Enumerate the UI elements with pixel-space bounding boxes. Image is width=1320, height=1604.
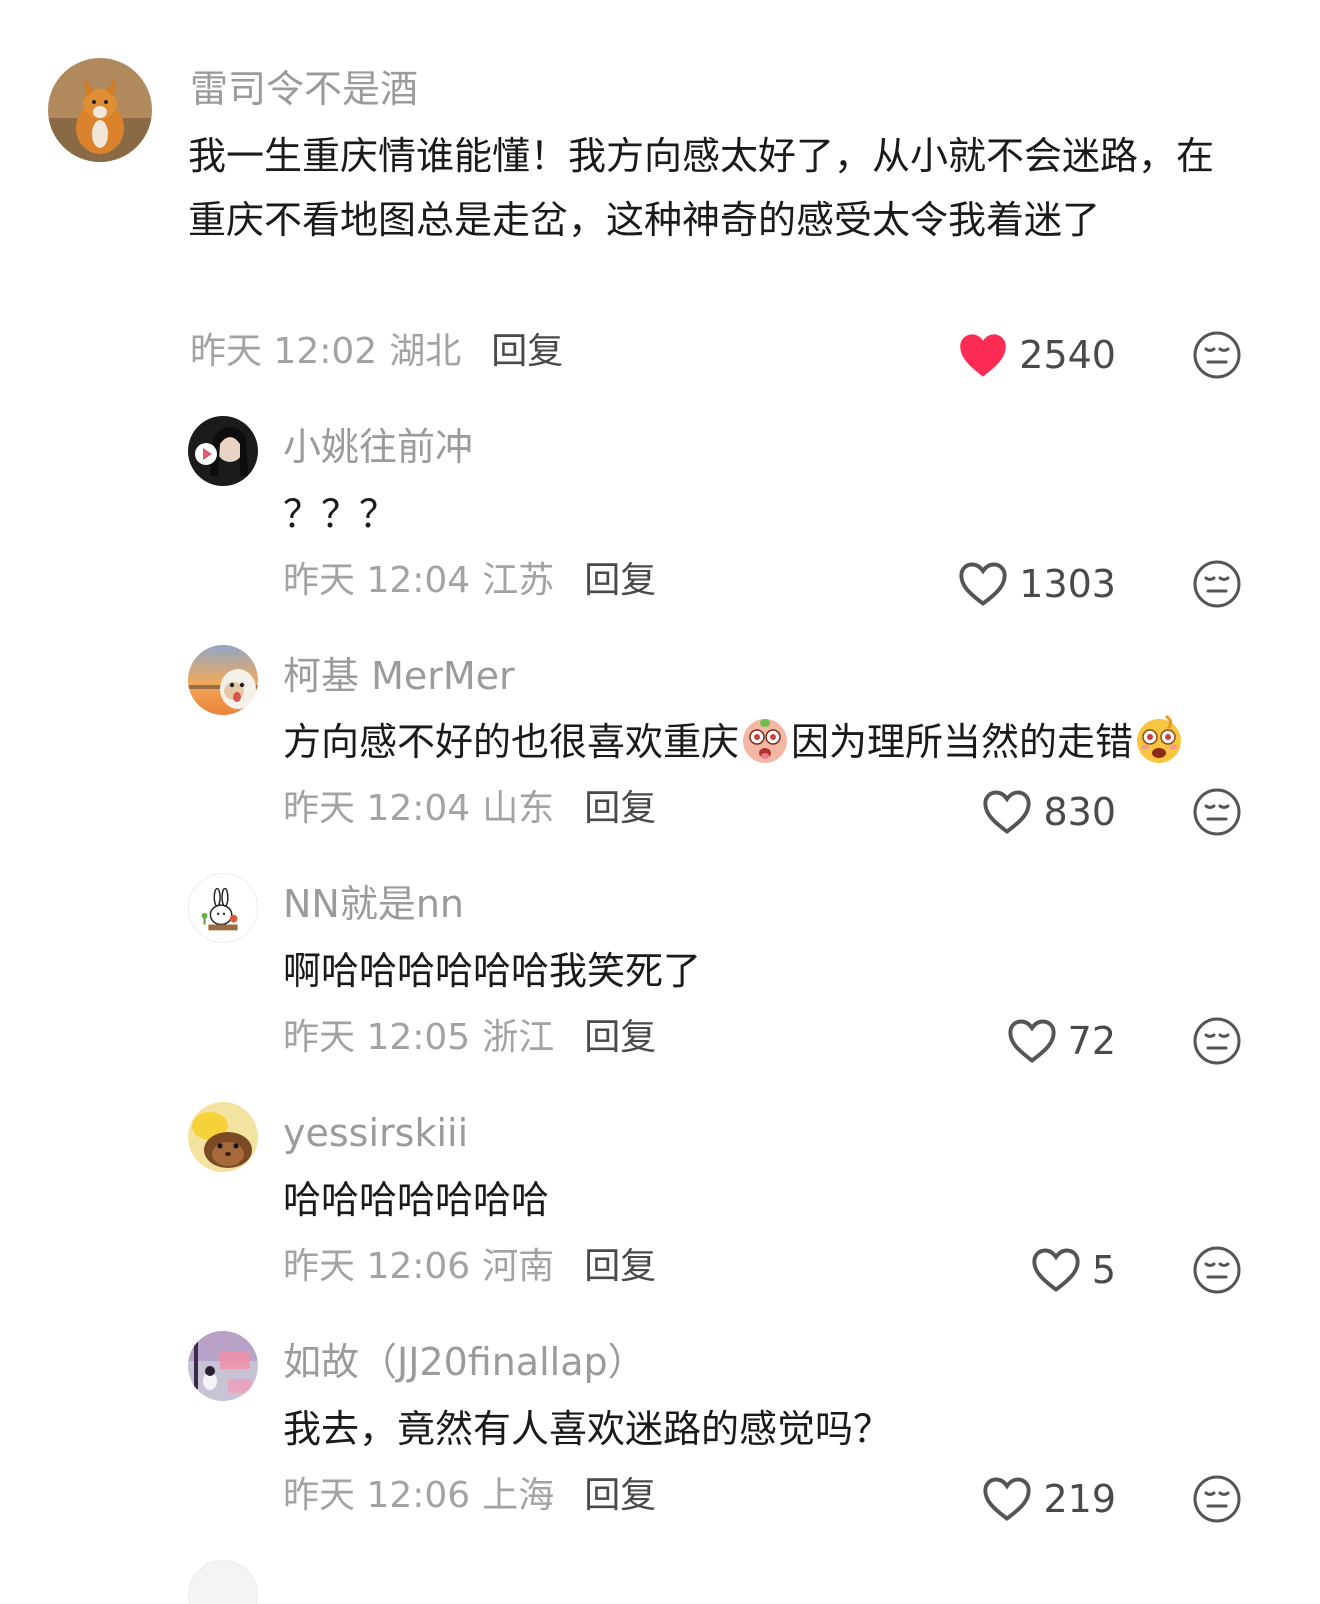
reply-button[interactable]: 回复 <box>584 1017 656 1058</box>
comment-meta: 昨天 12:04 江苏 回复 <box>283 563 656 599</box>
like-count: 72 <box>1067 1019 1116 1063</box>
like-count: 2540 <box>1019 333 1116 377</box>
heart-outline-icon <box>983 1477 1032 1521</box>
dislike-face-icon[interactable] <box>1192 559 1242 609</box>
comment-text: 方向感不好的也很喜欢重庆 因为理所当然的走错 <box>283 710 1283 774</box>
comment-meta: 昨天 12:02 湖北 回复 <box>190 334 563 370</box>
comment-meta: 昨天 12:05 浙江 回复 <box>283 1020 656 1056</box>
comment-text: ？？？ <box>283 492 398 536</box>
like-button[interactable]: 72 <box>1006 1016 1116 1066</box>
like-button[interactable]: 219 <box>981 1474 1116 1524</box>
like-count: 830 <box>1043 790 1116 834</box>
username[interactable]: 柯基 MerMer <box>283 657 515 695</box>
comment-meta: 昨天 12:04 山东 回复 <box>283 791 656 827</box>
like-button[interactable]: 5 <box>1030 1245 1116 1295</box>
like-button[interactable]: 1303 <box>957 559 1116 609</box>
avatar[interactable] <box>188 416 258 486</box>
like-count: 1303 <box>1019 562 1116 606</box>
like-button[interactable]: 830 <box>981 787 1116 837</box>
avatar[interactable] <box>188 873 258 943</box>
heart-outline-icon <box>1008 1019 1056 1063</box>
username[interactable]: 如故（JJ20finallap） <box>283 1343 646 1381</box>
dislike-face-icon[interactable] <box>1192 1016 1242 1066</box>
dislike-face-icon[interactable] <box>1192 330 1242 380</box>
dislike-face-icon[interactable] <box>1192 1245 1242 1295</box>
comment-text: 我去，竟然有人喜欢迷路的感觉吗？ <box>283 1407 892 1451</box>
heart-outline-icon <box>959 562 1007 606</box>
comment-text-part: 因为理所当然的走错 <box>791 720 1134 764</box>
heart-filled-icon <box>960 334 1007 377</box>
comment-location: 上海 <box>482 1475 555 1516</box>
reply-button[interactable]: 回复 <box>584 1475 656 1516</box>
username[interactable]: NN就是nn <box>283 885 464 923</box>
reply-button[interactable]: 回复 <box>584 788 656 829</box>
avatar[interactable] <box>48 58 152 162</box>
like-button[interactable]: 2540 <box>957 330 1116 380</box>
comment-time: 昨天 12:06 <box>283 1246 471 1287</box>
shocked-face-emoji-icon <box>1137 715 1182 763</box>
comment-meta: 昨天 12:06 上海 回复 <box>283 1478 656 1514</box>
comment-text: 哈哈哈哈哈哈哈 <box>283 1178 550 1222</box>
like-count: 5 <box>1091 1248 1116 1292</box>
comment-list: 雷司令不是酒 我一生重庆情谁能懂！我方向感太好了，从小就不会迷路，在重庆不看地图… <box>0 0 1320 1604</box>
comment-time: 昨天 12:04 <box>283 788 471 829</box>
avatar[interactable] <box>188 645 258 715</box>
comment-location: 山东 <box>482 788 555 829</box>
username[interactable]: 小姚往前冲 <box>283 428 473 466</box>
heart-outline-icon <box>983 790 1032 834</box>
avatar[interactable] <box>188 1102 258 1172</box>
comment-location: 湖北 <box>389 331 462 372</box>
comment-time: 昨天 12:02 <box>190 331 378 372</box>
reply-button[interactable]: 回复 <box>584 560 656 601</box>
comment-time: 昨天 12:04 <box>283 560 471 601</box>
comment-location: 河南 <box>482 1246 555 1287</box>
comment-location: 浙江 <box>482 1017 555 1058</box>
comment-time: 昨天 12:05 <box>283 1017 471 1058</box>
comment-text: 我一生重庆情谁能懂！我方向感太好了，从小就不会迷路，在重庆不看地图总是走岔，这种… <box>188 134 1215 242</box>
dislike-face-icon[interactable] <box>1192 1474 1242 1524</box>
dislike-face-icon[interactable] <box>1192 787 1242 837</box>
username[interactable]: yessirskiii <box>283 1114 468 1152</box>
comment-location: 江苏 <box>482 560 555 601</box>
comment-text: 啊哈哈哈哈哈哈我笑死了 <box>283 949 702 993</box>
comment-meta: 昨天 12:06 河南 回复 <box>283 1249 656 1285</box>
reply-button[interactable]: 回复 <box>584 1246 656 1287</box>
avatar[interactable] <box>188 1331 258 1401</box>
username[interactable]: 雷司令不是酒 <box>190 70 418 108</box>
heart-outline-icon <box>1032 1248 1080 1292</box>
avatar[interactable] <box>188 1560 258 1604</box>
comment-time: 昨天 12:06 <box>283 1475 471 1516</box>
drooling-face-emoji-icon <box>743 719 788 763</box>
reply-button[interactable]: 回复 <box>491 331 563 372</box>
comment-text-part: 方向感不好的也很喜欢重庆 <box>283 720 740 764</box>
like-count: 219 <box>1043 1477 1116 1521</box>
